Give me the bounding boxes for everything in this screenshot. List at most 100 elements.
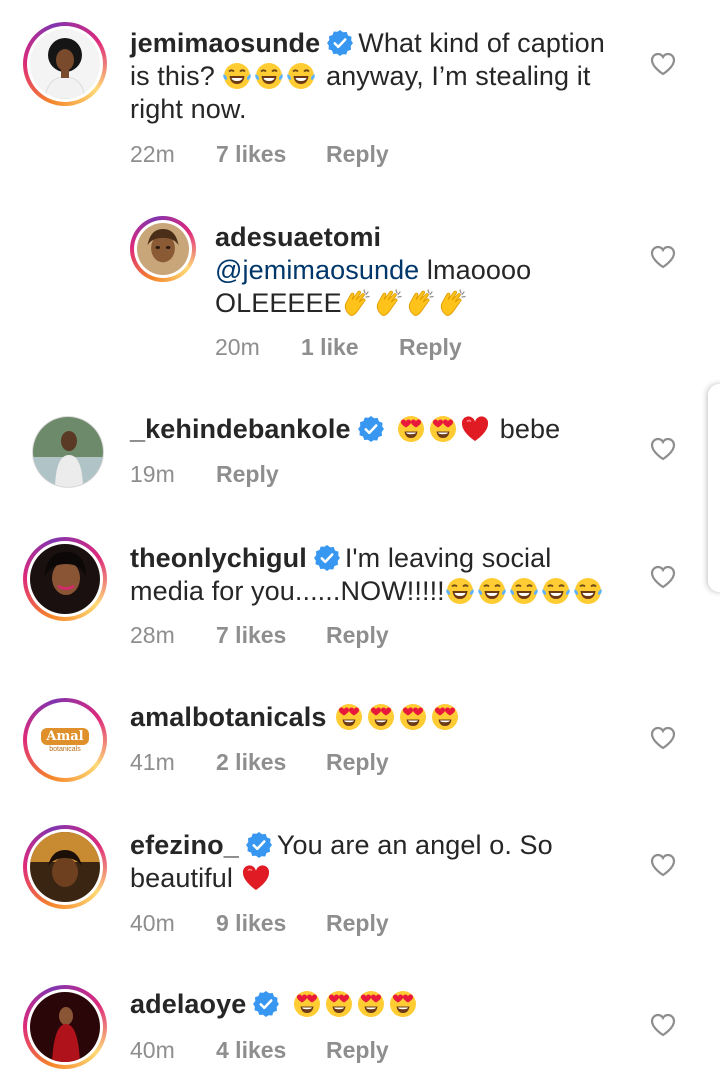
comment-timestamp: 40m [130,1037,175,1063]
heart-outline-icon[interactable] [650,853,676,877]
comment-username[interactable]: efezino_ [130,830,239,860]
reply-button[interactable]: Reply [399,334,462,361]
clapping-hands-icon [342,288,372,318]
reply-button[interactable]: Reply [326,749,389,776]
comment-username[interactable]: amalbotanicals [130,702,326,732]
heart-outline-icon[interactable] [650,437,676,461]
comment-likes-count[interactable]: 7 likes [216,622,326,649]
comment-body: efezino_ You are an angel o. So beautiful [130,829,640,895]
comment-text-line: right now. [130,94,247,124]
reply-button[interactable]: Reply [326,1037,389,1064]
heart-eyes-icon [396,414,426,444]
comment-body: jemimaosunde What kind of caption is this… [130,27,630,126]
reply-button[interactable]: Reply [326,910,389,937]
heart-outline-icon[interactable] [650,726,676,750]
comment-username[interactable]: theonlychigul [130,543,307,573]
edge-panel-handle[interactable] [708,384,720,592]
comment-meta: 22m 7 likes Reply [130,141,389,168]
clapping-hands-icon [374,288,404,318]
tears-of-joy-icon [541,576,571,606]
tears-of-joy-icon [222,61,252,91]
comment-timestamp: 22m [130,141,175,167]
verified-badge-icon [245,831,273,859]
verified-badge-icon [326,29,354,57]
tears-of-joy-icon [477,576,507,606]
comment-text-line: bebe [499,414,561,444]
clapping-hands-icon [406,288,436,318]
avatar[interactable] [32,416,104,488]
avatar[interactable] [130,216,196,282]
heart-eyes-icon [292,989,322,1019]
brand-logo-subtext: botanicals [49,745,81,753]
comment-timestamp: 40m [130,910,175,936]
comment-likes-count[interactable]: 2 likes [216,749,326,776]
comment-meta: 40m 4 likes Reply [130,1037,389,1064]
comment-body: amalbotanicals [130,701,630,734]
profile-photo-icon [30,544,100,614]
comment-meta: 19m Reply [130,461,279,488]
comment-likes-count[interactable]: 1 like [301,334,399,361]
comment-meta: 40m 9 likes Reply [130,910,389,937]
comment-meta: 20m 1 like Reply [215,334,462,361]
comment-text-line: anyway, I’m stealing it [326,61,591,91]
brand-logo-text: Amal [41,727,89,745]
verified-badge-icon [357,415,385,443]
profile-photo-icon [30,29,100,99]
avatar[interactable] [23,825,107,909]
tears-of-joy-icon [286,61,316,91]
comment-text-line: I'm leaving social [344,543,552,573]
comment-body: adelaoye [130,988,630,1021]
profile-photo-icon [30,992,100,1062]
profile-photo-icon [137,223,189,275]
comment-likes-count[interactable]: 9 likes [216,910,326,937]
heart-eyes-icon [334,702,364,732]
profile-photo-icon [33,417,103,487]
comment-username[interactable]: jemimaosunde [130,28,320,58]
comment-text-line: lmaoooo [419,255,532,285]
comment-likes-count[interactable]: 4 likes [216,1037,326,1064]
comment-timestamp: 41m [130,749,175,775]
comment-text-line: You are an angel o. So [276,830,553,860]
avatar[interactable]: Amal botanicals [23,698,107,782]
comment-meta: 41m 2 likes Reply [130,749,389,776]
heart-outline-icon[interactable] [650,565,676,589]
reply-button[interactable]: Reply [326,141,389,168]
comment-timestamp: 19m [130,461,175,487]
heart-eyes-icon [428,414,458,444]
comment-feed: jemimaosunde What kind of caption is this… [0,0,720,1079]
heart-outline-icon[interactable] [650,52,676,76]
comment-username[interactable]: adesuaetomi [215,222,381,252]
reply-button[interactable]: Reply [326,622,389,649]
mention-link[interactable]: @jemimaosunde [215,255,419,285]
red-heart-icon [241,863,271,893]
tears-of-joy-icon [509,576,539,606]
comment-text-line: OLEEEEE [215,288,342,318]
reply-button[interactable]: Reply [216,461,279,488]
heart-eyes-icon [324,989,354,1019]
comment-username[interactable]: _kehindebankole [130,414,351,444]
avatar[interactable] [23,985,107,1069]
clapping-hands-icon [438,288,468,318]
heart-outline-icon[interactable] [650,245,676,269]
verified-badge-icon [313,544,341,572]
verified-badge-icon [252,990,280,1018]
comment-text-line: beautiful [130,863,233,893]
comment-timestamp: 20m [215,334,260,360]
tears-of-joy-icon [254,61,284,91]
tears-of-joy-icon [573,576,603,606]
comment-text-line: is this? [130,61,215,91]
comment-body: theonlychigul I'm leaving social media fo… [130,542,650,608]
avatar[interactable] [23,22,107,106]
comment-meta: 28m 7 likes Reply [130,622,389,649]
comment-timestamp: 28m [130,622,175,648]
avatar[interactable] [23,537,107,621]
heart-eyes-icon [430,702,460,732]
comment-username[interactable]: adelaoye [130,989,246,1019]
comment-text-line: What kind of caption [358,28,605,58]
heart-outline-icon[interactable] [650,1013,676,1037]
red-heart-icon [460,414,490,444]
heart-eyes-icon [398,702,428,732]
tears-of-joy-icon [445,576,475,606]
comment-body: adesuaetomi @jemimaosunde lmaoooo OLEEEE… [215,221,635,320]
comment-likes-count[interactable]: 7 likes [216,141,326,168]
